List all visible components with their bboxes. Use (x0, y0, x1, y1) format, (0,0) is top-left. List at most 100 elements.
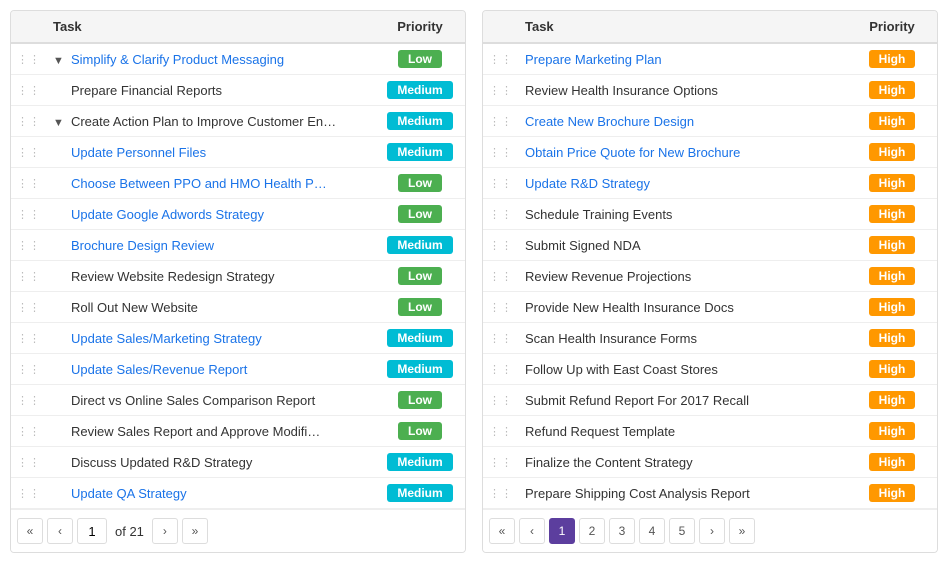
left-page-of: of 21 (115, 524, 144, 539)
priority-badge: High (869, 267, 916, 285)
priority-cell: Low (375, 416, 465, 447)
drag-handle[interactable]: ⋮⋮ (11, 354, 47, 385)
task-name-cell[interactable]: Update QA Strategy (47, 478, 375, 509)
drag-handle[interactable]: ⋮⋮ (483, 385, 519, 416)
right-prev-btn[interactable]: ‹ (519, 518, 545, 544)
group-toggle-icon[interactable]: ▼ (53, 55, 67, 67)
right-task-header: Task (519, 11, 847, 43)
task-name-text: Update QA Strategy (71, 486, 187, 501)
drag-handle[interactable]: ⋮⋮ (11, 137, 47, 168)
task-name-cell[interactable]: Update R&D Strategy (519, 168, 847, 199)
drag-handle[interactable]: ⋮⋮ (483, 230, 519, 261)
task-name-cell: Review Health Insurance Options (519, 75, 847, 106)
task-name-cell: Finalize the Content Strategy (519, 447, 847, 478)
priority-cell: Medium (375, 478, 465, 509)
drag-handle[interactable]: ⋮⋮ (11, 478, 47, 509)
drag-handle[interactable]: ⋮⋮ (483, 199, 519, 230)
task-name-text: Submit Signed NDA (525, 238, 641, 253)
priority-cell: High (847, 75, 937, 106)
left-next-btn[interactable]: › (152, 518, 178, 544)
priority-badge: Low (398, 174, 442, 192)
right-page-4-btn[interactable]: 4 (639, 518, 665, 544)
right-page-5-btn[interactable]: 5 (669, 518, 695, 544)
table-row: ⋮⋮Prepare Marketing PlanHigh (483, 43, 937, 75)
drag-handle[interactable]: ⋮⋮ (483, 354, 519, 385)
drag-handle[interactable]: ⋮⋮ (11, 75, 47, 106)
drag-handle[interactable]: ⋮⋮ (11, 323, 47, 354)
drag-handle[interactable]: ⋮⋮ (11, 230, 47, 261)
right-pagination: « ‹ 1 2 3 4 5 › » (483, 509, 937, 552)
right-page-2-btn[interactable]: 2 (579, 518, 605, 544)
task-name-cell: Follow Up with East Coast Stores (519, 354, 847, 385)
right-drag-header (483, 11, 519, 43)
task-name-text: Update R&D Strategy (525, 176, 650, 191)
drag-handle[interactable]: ⋮⋮ (11, 447, 47, 478)
drag-handle[interactable]: ⋮⋮ (483, 106, 519, 137)
task-name-cell[interactable]: Prepare Marketing Plan (519, 43, 847, 75)
drag-handle[interactable]: ⋮⋮ (11, 106, 47, 137)
right-last-btn[interactable]: » (729, 518, 755, 544)
table-row: ⋮⋮Schedule Training EventsHigh (483, 199, 937, 230)
priority-badge: Low (398, 391, 442, 409)
left-table: Task Priority ⋮⋮▼ Simplify & Clarify Pro… (10, 10, 466, 553)
task-name-text: Finalize the Content Strategy (525, 455, 693, 470)
drag-handle[interactable]: ⋮⋮ (11, 261, 47, 292)
drag-handle[interactable]: ⋮⋮ (11, 385, 47, 416)
drag-handle[interactable]: ⋮⋮ (11, 199, 47, 230)
task-name-text: Discuss Updated R&D Strategy (71, 455, 252, 470)
drag-handle[interactable]: ⋮⋮ (483, 75, 519, 106)
priority-badge: High (869, 391, 916, 409)
left-last-btn[interactable]: » (182, 518, 208, 544)
drag-handle[interactable]: ⋮⋮ (11, 43, 47, 75)
left-first-btn[interactable]: « (17, 518, 43, 544)
drag-handle[interactable]: ⋮⋮ (11, 416, 47, 447)
priority-cell: Low (375, 292, 465, 323)
task-name-cell[interactable]: Update Sales/Revenue Report (47, 354, 375, 385)
task-name-cell[interactable]: Update Google Adwords Strategy (47, 199, 375, 230)
right-first-btn[interactable]: « (489, 518, 515, 544)
left-task-header: Task (47, 11, 375, 43)
task-name-cell: Discuss Updated R&D Strategy (47, 447, 375, 478)
drag-handle[interactable]: ⋮⋮ (483, 261, 519, 292)
drag-handle[interactable]: ⋮⋮ (483, 416, 519, 447)
drag-handle[interactable]: ⋮⋮ (483, 137, 519, 168)
task-name-cell[interactable]: Brochure Design Review (47, 230, 375, 261)
task-name-cell[interactable]: Choose Between PPO and HMO Health P… (47, 168, 375, 199)
left-prev-btn[interactable]: ‹ (47, 518, 73, 544)
table-row: ⋮⋮Update Sales/Marketing Strategy Medium (11, 323, 465, 354)
task-name-cell: Review Revenue Projections (519, 261, 847, 292)
task-name-cell: Review Sales Report and Approve Modifi… (47, 416, 375, 447)
drag-handle[interactable]: ⋮⋮ (11, 168, 47, 199)
task-name-text: Brochure Design Review (71, 238, 214, 253)
priority-cell: Medium (375, 75, 465, 106)
task-name-cell: Roll Out New Website (47, 292, 375, 323)
right-page-3-btn[interactable]: 3 (609, 518, 635, 544)
priority-cell: High (847, 230, 937, 261)
drag-handle[interactable]: ⋮⋮ (11, 292, 47, 323)
table-row: ⋮⋮Prepare Shipping Cost Analysis ReportH… (483, 478, 937, 509)
drag-handle[interactable]: ⋮⋮ (483, 168, 519, 199)
table-row: ⋮⋮Update R&D StrategyHigh (483, 168, 937, 199)
table-row: ⋮⋮Review Website Redesign StrategyLow (11, 261, 465, 292)
task-name-text: Submit Refund Report For 2017 Recall (525, 393, 749, 408)
drag-handle[interactable]: ⋮⋮ (483, 292, 519, 323)
right-next-btn[interactable]: › (699, 518, 725, 544)
drag-handle[interactable]: ⋮⋮ (483, 478, 519, 509)
drag-handle[interactable]: ⋮⋮ (483, 323, 519, 354)
task-name-text: Prepare Marketing Plan (525, 52, 662, 67)
task-name-cell[interactable]: ▼ Simplify & Clarify Product Messaging (47, 43, 375, 75)
priority-badge: Medium (387, 329, 452, 347)
priority-cell: Low (375, 168, 465, 199)
group-toggle-icon[interactable]: ▼ (53, 117, 67, 129)
priority-badge: Medium (387, 453, 452, 471)
task-name-cell[interactable]: Create New Brochure Design (519, 106, 847, 137)
table-row: ⋮⋮Brochure Design ReviewMedium (11, 230, 465, 261)
drag-handle[interactable]: ⋮⋮ (483, 43, 519, 75)
priority-badge: Medium (387, 143, 452, 161)
task-name-cell[interactable]: Update Personnel Files (47, 137, 375, 168)
left-page-input[interactable] (77, 518, 107, 544)
right-page-1-btn[interactable]: 1 (549, 518, 575, 544)
task-name-cell[interactable]: Obtain Price Quote for New Brochure (519, 137, 847, 168)
drag-handle[interactable]: ⋮⋮ (483, 447, 519, 478)
task-name-cell[interactable]: Update Sales/Marketing Strategy (47, 323, 375, 354)
